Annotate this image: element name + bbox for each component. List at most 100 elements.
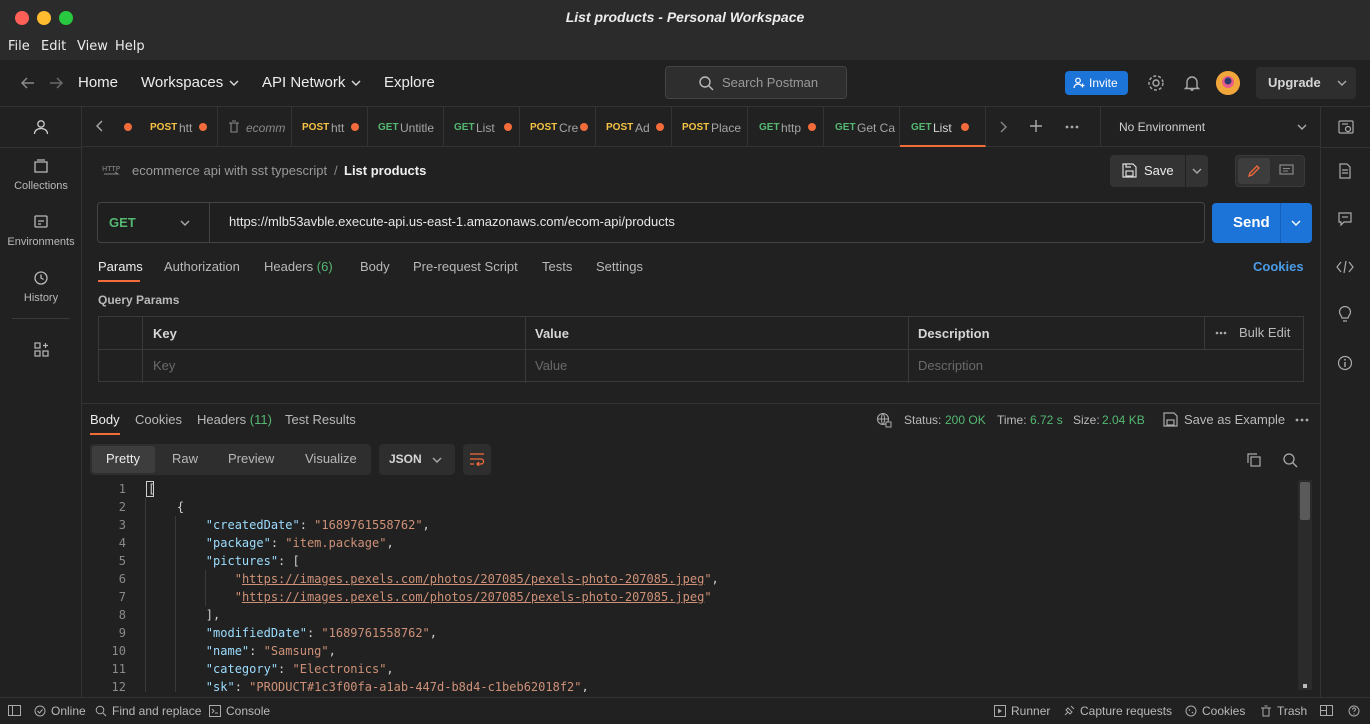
tab-prerequest-script[interactable]: Pre-request Script xyxy=(413,259,518,274)
runner-button[interactable]: Runner xyxy=(994,704,1050,718)
view-raw[interactable]: Raw xyxy=(172,451,198,466)
tab-tests[interactable]: Tests xyxy=(542,259,572,274)
line-number: 6 xyxy=(118,572,126,586)
response-tab-body[interactable]: Body xyxy=(90,412,120,427)
gear-icon[interactable] xyxy=(1147,74,1165,92)
globe-network-icon[interactable] xyxy=(876,412,892,428)
chevron-down-icon[interactable] xyxy=(1192,166,1202,176)
key-input[interactable]: Key xyxy=(143,350,526,383)
nav-home[interactable]: Home xyxy=(78,74,118,91)
page-title[interactable]: List products xyxy=(344,163,426,178)
info-icon[interactable] xyxy=(1337,355,1353,371)
avatar[interactable] xyxy=(1216,71,1240,95)
format-select[interactable]: JSON xyxy=(379,444,455,475)
chevron-down-icon xyxy=(432,455,442,465)
environment-quick-look-icon[interactable] xyxy=(1338,119,1354,135)
upgrade-label: Upgrade xyxy=(1268,75,1321,90)
lightbulb-icon[interactable] xyxy=(1337,306,1353,324)
help-icon[interactable] xyxy=(1348,705,1360,717)
view-pretty[interactable]: Pretty xyxy=(106,451,140,466)
tab-params[interactable]: Params xyxy=(98,259,143,274)
tab-authorization[interactable]: Authorization xyxy=(164,259,240,274)
documentation-icon[interactable] xyxy=(1338,163,1352,179)
plus-icon[interactable] xyxy=(1029,119,1043,133)
menu-edit[interactable]: Edit xyxy=(41,39,66,54)
add-user-icon xyxy=(1073,77,1085,89)
value-input[interactable]: Value xyxy=(526,350,909,383)
menu-file[interactable]: File xyxy=(8,39,30,54)
invite-button[interactable]: Invite xyxy=(1065,71,1128,95)
user-icon[interactable] xyxy=(33,119,49,135)
request-tab[interactable]: ecomm xyxy=(218,107,292,147)
code-line: "sk": "PRODUCT#1c3f00fa-a1ab-447d-b8d4-c… xyxy=(205,680,589,692)
request-tab[interactable]: GET Untitle xyxy=(368,107,444,147)
more-options-icon[interactable] xyxy=(1065,125,1079,129)
response-body-editor[interactable]: 1[2 {3 "createdDate": "1689761558762", 4 … xyxy=(82,480,1312,692)
chevron-left-icon[interactable] xyxy=(95,120,105,132)
tab-headers[interactable]: Headers (6) xyxy=(264,259,333,274)
save-as-example-button[interactable]: Save as Example xyxy=(1184,412,1285,427)
request-tab[interactable]: POST Ad xyxy=(596,107,672,147)
comments-icon[interactable] xyxy=(1337,211,1353,227)
sidebar-item-collections[interactable]: Collections xyxy=(0,158,82,192)
request-tab[interactable]: GET http xyxy=(748,107,824,147)
toggle-sidebar-icon[interactable] xyxy=(8,705,21,716)
nav-workspaces[interactable]: Workspaces xyxy=(141,74,239,91)
wrap-lines-button[interactable] xyxy=(463,444,491,475)
tab-name: List xyxy=(933,121,952,135)
request-tab[interactable]: POST Place xyxy=(672,107,748,147)
bulk-edit-area[interactable]: Bulk Edit xyxy=(1205,317,1303,350)
comment-mode-icon[interactable] xyxy=(1279,164,1294,178)
nav-explore[interactable]: Explore xyxy=(384,74,435,91)
menu-view[interactable]: View xyxy=(77,39,108,54)
request-tab[interactable]: POST htt xyxy=(142,107,218,147)
bell-icon[interactable] xyxy=(1184,74,1200,92)
request-tab[interactable]: POST Cre xyxy=(520,107,596,147)
tab-settings[interactable]: Settings xyxy=(596,259,643,274)
trash-button[interactable]: Trash xyxy=(1260,704,1307,718)
two-pane-icon[interactable] xyxy=(1320,705,1333,716)
edit-mode-button[interactable] xyxy=(1238,158,1270,184)
breadcrumb-collection[interactable]: ecommerce api with sst typescript xyxy=(132,163,327,178)
search-input[interactable]: Search Postman xyxy=(665,66,847,99)
back-arrow-icon[interactable] xyxy=(20,75,36,91)
request-tab[interactable]: GET Get Ca xyxy=(824,107,900,147)
request-tab[interactable]: GET List xyxy=(444,107,520,147)
sidebar-item-environments[interactable]: Environments xyxy=(0,214,82,248)
configure-workbench-icon[interactable] xyxy=(34,342,49,357)
chevron-right-icon[interactable] xyxy=(998,121,1008,133)
menu-help[interactable]: Help xyxy=(115,39,145,54)
response-tab-cookies[interactable]: Cookies xyxy=(135,412,182,427)
send-button[interactable]: Send xyxy=(1212,203,1312,243)
view-visualize[interactable]: Visualize xyxy=(305,451,357,466)
request-tab[interactable]: POST htt xyxy=(292,107,368,147)
description-input[interactable]: Description xyxy=(909,350,1303,383)
upgrade-button[interactable]: Upgrade xyxy=(1256,67,1356,99)
save-button[interactable]: Save xyxy=(1110,155,1208,187)
sidebar-item-history[interactable]: History xyxy=(0,270,82,304)
capture-requests-button[interactable]: Capture requests xyxy=(1063,704,1172,718)
tab-body[interactable]: Body xyxy=(360,259,390,274)
scrollbar-thumb[interactable] xyxy=(1300,482,1310,520)
code-scrollbar[interactable] xyxy=(1298,480,1312,690)
code-icon[interactable] xyxy=(1336,260,1354,274)
chevron-down-icon[interactable] xyxy=(1291,218,1301,228)
nav-api-network[interactable]: API Network xyxy=(262,74,361,91)
request-tab-active[interactable]: GET List xyxy=(900,107,986,147)
cookies-button[interactable]: Cookies xyxy=(1185,704,1245,718)
copy-icon[interactable] xyxy=(1246,452,1262,468)
console-button[interactable]: Console xyxy=(209,704,270,718)
search-icon xyxy=(698,75,714,91)
response-tab-test-results[interactable]: Test Results xyxy=(285,412,356,427)
forward-arrow-icon[interactable] xyxy=(48,75,64,91)
find-replace-button[interactable]: Find and replace xyxy=(95,704,201,718)
method-select[interactable]: GET xyxy=(98,203,210,242)
online-status[interactable]: Online xyxy=(34,704,86,718)
url-input[interactable]: https://mlb53avble.execute-api.us-east-1… xyxy=(229,214,675,229)
view-preview[interactable]: Preview xyxy=(228,451,274,466)
search-icon[interactable] xyxy=(1282,452,1298,468)
more-options-icon[interactable] xyxy=(1295,418,1309,422)
cookies-link[interactable]: Cookies xyxy=(1253,259,1304,274)
response-tab-headers[interactable]: Headers (11) xyxy=(197,412,272,427)
environment-select[interactable]: No Environment xyxy=(1100,107,1320,147)
